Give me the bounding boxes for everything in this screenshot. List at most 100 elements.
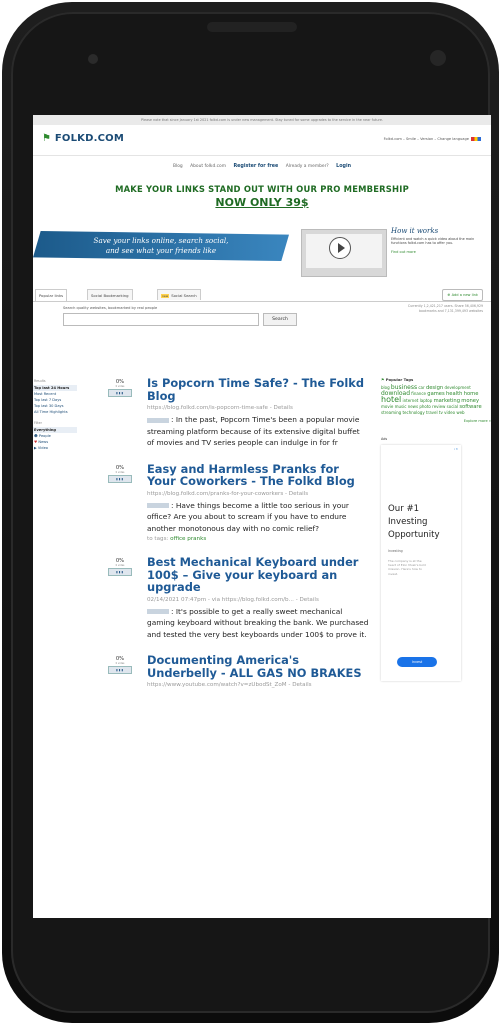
- tag-icon: ⚑: [381, 377, 385, 382]
- tag-item[interactable]: finance: [411, 391, 426, 396]
- tag-item[interactable]: health: [446, 391, 462, 397]
- user-tag-icon[interactable]: [147, 609, 169, 614]
- post-description: : It's possible to get a really sweet me…: [147, 606, 369, 641]
- list-item: 0% 0 votes ▮▮▮ Best Mechanical Keyboard …: [105, 556, 369, 640]
- new-badge: new: [161, 294, 170, 298]
- vote-box[interactable]: 0% 0 votes ▮▮▮: [105, 558, 135, 576]
- filter-heading: Filter: [34, 421, 42, 425]
- ad-cta-button[interactable]: Invest: [397, 657, 437, 667]
- how-text: Efficient and watch a quick video about …: [391, 237, 475, 246]
- front-camera-icon: [430, 50, 446, 66]
- nav-member: Already a member?: [285, 164, 329, 169]
- tag-item[interactable]: music: [395, 404, 407, 409]
- ad-info-icon[interactable]: i ✕: [454, 447, 458, 451]
- filter-people-label: People: [38, 434, 51, 438]
- post-title[interactable]: Best Mechanical Keyboard under 100$ – Gi…: [147, 556, 369, 594]
- tag-item[interactable]: news: [408, 404, 418, 409]
- post-url[interactable]: https://www.youtube.com/watch?v=zUbodSt_…: [147, 681, 369, 689]
- tag-item[interactable]: video: [444, 410, 455, 415]
- post-body: Easy and Harmless Pranks for Your Cowork…: [147, 462, 369, 542]
- right-sidebar: ⚑ Popular Tags blog business car design …: [381, 377, 491, 681]
- tag-links[interactable]: office pranks: [170, 536, 206, 542]
- ad-unit[interactable]: i ✕ Our #1 Investing Opportunity Investi…: [381, 445, 461, 681]
- post-list: 0% 0 votes ▮▮▮ Is Popcorn Time Safe? - T…: [105, 377, 369, 703]
- tag-item[interactable]: home: [464, 391, 479, 397]
- folkd-logo[interactable]: ⚑ FOLKD.COM: [42, 133, 124, 144]
- tag-item[interactable]: car: [418, 385, 424, 390]
- management-notice: Please note that since January 1st 2021 …: [33, 115, 491, 125]
- vote-buttons[interactable]: ▮▮▮: [108, 474, 132, 483]
- post-url[interactable]: https://blog.folkd.com/pranks-for-your-c…: [147, 490, 369, 498]
- add-link-label: Add a new link: [451, 293, 478, 297]
- vote-count: 0 votes: [115, 385, 125, 388]
- tag-item[interactable]: internet: [403, 398, 419, 403]
- tab-social-search[interactable]: new Social Search: [157, 289, 201, 300]
- play-icon[interactable]: [329, 237, 351, 259]
- site-stats: Currently 1,2,421,217 users. Share 56,40…: [407, 304, 483, 313]
- post-title[interactable]: Easy and Harmless Pranks for Your Cowork…: [147, 462, 369, 488]
- site-header: ⚑ FOLKD.COM Folkd.com – Smile – Version …: [33, 125, 491, 156]
- tab-social-bookmarking[interactable]: Social Bookmarking: [87, 289, 133, 300]
- user-tag-icon[interactable]: [147, 417, 169, 423]
- tag-item[interactable]: games: [427, 391, 444, 397]
- promo-price[interactable]: NOW ONLY 39$: [33, 196, 491, 209]
- banner-line-2: and see what your friends like: [105, 246, 217, 255]
- video-icon: ▶: [34, 446, 37, 450]
- vote-box[interactable]: 0% 0 votes ▮▮▮: [105, 656, 135, 674]
- vote-box[interactable]: 0% 0 votes ▮▮▮: [105, 465, 135, 483]
- nav-login[interactable]: Login: [336, 164, 351, 169]
- tag-item[interactable]: web: [456, 410, 464, 415]
- ads-heading: Ads: [381, 437, 388, 441]
- post-body: Best Mechanical Keyboard under 100$ – Gi…: [147, 556, 369, 640]
- banner-line-1: Save your links online, search social,: [93, 236, 229, 245]
- hero-banner: Save your links online, search social, a…: [33, 231, 289, 261]
- ad-title[interactable]: Our #1 Investing Opportunity: [388, 503, 461, 542]
- language-flags-icon[interactable]: [471, 137, 481, 141]
- how-it-works: How it works Efficient and watch a quick…: [391, 227, 487, 254]
- ad-source: Investing: [388, 549, 403, 553]
- tags-label: to tags:: [147, 536, 169, 542]
- tag-item[interactable]: tv: [439, 410, 443, 415]
- tag-item[interactable]: streaming: [381, 410, 401, 415]
- tag-item[interactable]: movie: [381, 404, 393, 409]
- post-url[interactable]: https://blog.folkd.com/is-popcorn-time-s…: [147, 404, 369, 412]
- tag-item[interactable]: development: [444, 385, 470, 390]
- vote-buttons[interactable]: ▮▮▮: [108, 389, 132, 397]
- header-status[interactable]: Folkd.com – Smile – Version – Change lan…: [384, 137, 481, 141]
- video-thumbnail[interactable]: [301, 229, 387, 277]
- news-icon: ♥: [34, 440, 38, 444]
- tag-item[interactable]: social: [447, 404, 458, 409]
- tag-item[interactable]: photo: [419, 404, 431, 409]
- nav-register[interactable]: Register for free: [233, 164, 278, 169]
- filter-all-time[interactable]: All Time Highlights: [33, 409, 77, 415]
- search-input[interactable]: [63, 313, 259, 326]
- search-label: Search quality websites, bookmarked by r…: [63, 306, 158, 310]
- tag-item[interactable]: review: [432, 404, 445, 409]
- search-button[interactable]: Search: [263, 313, 297, 326]
- filter-news-label: News: [38, 440, 49, 444]
- pro-promo[interactable]: MAKE YOUR LINKS STAND OUT WITH OUR PRO M…: [33, 184, 491, 209]
- nav-blog[interactable]: Blog: [173, 164, 183, 169]
- vote-buttons[interactable]: ▮▮▮: [108, 666, 132, 674]
- post-url[interactable]: 02/14/2021 07:47pm - via https://blog.fo…: [147, 596, 369, 604]
- vote-buttons[interactable]: ▮▮▮: [108, 568, 132, 576]
- filter-video-label: Video: [37, 446, 48, 450]
- post-title[interactable]: Documenting America's Underbelly - ALL G…: [147, 654, 369, 679]
- explore-more-link[interactable]: Explore more »: [381, 419, 491, 423]
- popular-tags-label: Popular Tags: [385, 377, 414, 382]
- filter-video[interactable]: ▶ Video: [33, 445, 77, 451]
- vote-box[interactable]: 0% 0 votes ▮▮▮: [105, 379, 135, 397]
- user-tag-icon[interactable]: [147, 503, 169, 508]
- tag-item[interactable]: technology: [402, 410, 424, 415]
- how-link[interactable]: Find out more: [391, 250, 487, 254]
- add-link-button[interactable]: ⊕ Add a new link: [442, 289, 483, 301]
- nav-about[interactable]: About folkd.com: [190, 164, 226, 169]
- tab-bar: Popular links Social Bookmarking new Soci…: [33, 289, 491, 302]
- list-item: 0% 0 votes ▮▮▮ Is Popcorn Time Safe? - T…: [105, 377, 369, 449]
- tag-item[interactable]: travel: [426, 410, 438, 415]
- tag-item[interactable]: hotel: [381, 395, 401, 404]
- how-title: How it works: [391, 227, 439, 235]
- tag-item[interactable]: laptop: [420, 398, 433, 403]
- post-title[interactable]: Is Popcorn Time Safe? - The Folkd Blog: [147, 377, 369, 402]
- tab-popular-links[interactable]: Popular links: [35, 289, 68, 301]
